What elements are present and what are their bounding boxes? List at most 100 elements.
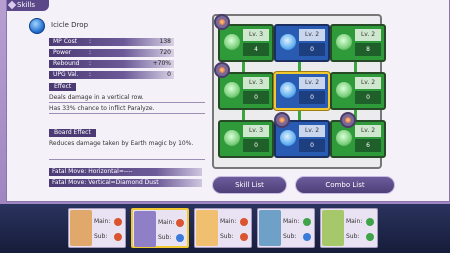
node-level: Lv. 3 xyxy=(243,29,269,41)
earth-element-icon xyxy=(336,130,352,146)
node-value: 0 xyxy=(299,139,325,152)
fire-element-icon xyxy=(114,218,122,226)
earth-element-icon xyxy=(366,218,374,226)
earth-element-icon xyxy=(303,218,311,226)
stat-value: 720 xyxy=(159,49,171,56)
sub-label: Sub: xyxy=(346,233,360,240)
fire-element-icon xyxy=(240,233,248,241)
bridge-orb-icon[interactable] xyxy=(214,62,230,78)
stat-power: Power : 720 xyxy=(49,49,174,57)
water-element-icon xyxy=(280,130,296,146)
water-element-icon xyxy=(280,34,296,50)
stat-upg-val: UPG Val. : 0 xyxy=(49,71,174,79)
character-portrait xyxy=(70,210,92,246)
main-label: Main: xyxy=(346,218,363,225)
skill-node[interactable]: Lv. 2 6 xyxy=(330,120,386,158)
stat-value: +70% xyxy=(152,60,171,67)
stat-mp-cost: MP Cost : 138 xyxy=(49,38,174,46)
fire-element-icon xyxy=(114,233,122,241)
skill-node[interactable]: Lv. 3 0 xyxy=(218,72,274,110)
node-level: Lv. 2 xyxy=(355,77,381,89)
skill-header: Icicle Drop xyxy=(29,16,204,36)
node-level: Lv. 3 xyxy=(243,77,269,89)
fire-element-icon xyxy=(240,218,248,226)
board-effect-text: Reduces damage taken by Earth magic by 1… xyxy=(49,139,205,160)
stat-value: 0 xyxy=(167,71,171,78)
skill-board: Lv. 3 4 Lv. 2 0 Lv. 2 8 Lv. 3 0 Lv. 2 0 … xyxy=(212,14,386,169)
stat-separator: : xyxy=(89,38,92,45)
node-value: 4 xyxy=(243,43,269,56)
fatal-move-vertical: Fatal Move: Vertical=Diamond Dust xyxy=(49,179,202,187)
skill-node[interactable]: Lv. 3 0 xyxy=(218,120,274,158)
node-value: 0 xyxy=(243,139,269,152)
node-value: 0 xyxy=(243,91,269,104)
main-label: Main: xyxy=(158,219,175,226)
water-element-icon xyxy=(280,82,296,98)
skill-node-selected[interactable]: Lv. 2 0 xyxy=(274,72,330,110)
character-portrait xyxy=(134,211,156,247)
combo-list-button[interactable]: Combo List xyxy=(295,176,395,194)
stat-rebound: Rebound : +70% xyxy=(49,60,174,68)
skills-window: Skills Icicle Drop MP Cost : 138 Power :… xyxy=(6,0,450,202)
skill-name: Icicle Drop xyxy=(51,21,89,29)
node-value: 6 xyxy=(355,139,381,152)
stat-label: Rebound xyxy=(53,60,80,67)
node-value: 0 xyxy=(299,43,325,56)
sub-label: Sub: xyxy=(158,234,172,241)
skill-node[interactable]: Lv. 2 8 xyxy=(330,24,386,62)
earth-element-icon xyxy=(336,34,352,50)
bridge-orb-icon[interactable] xyxy=(274,112,290,128)
effect-line: Deals damage in a vertical row. xyxy=(49,93,205,103)
character-portrait xyxy=(259,210,281,246)
node-value: 0 xyxy=(355,91,381,104)
node-level: Lv. 2 xyxy=(299,125,325,137)
water-drop-icon xyxy=(29,18,45,34)
character-portrait xyxy=(196,210,218,246)
node-level: Lv. 3 xyxy=(243,125,269,137)
earth-element-icon xyxy=(336,82,352,98)
party-member-card[interactable]: Main: Sub: xyxy=(320,208,378,248)
party-member-card[interactable]: Main: Sub: xyxy=(68,208,126,248)
earth-element-icon xyxy=(224,82,240,98)
party-member-card[interactable]: Main: Sub: xyxy=(194,208,252,248)
water-element-icon xyxy=(176,234,184,242)
skill-node[interactable]: Lv. 3 4 xyxy=(218,24,274,62)
node-value: 0 xyxy=(299,91,325,104)
effect-line: Has 33% chance to inflict Paralyze. xyxy=(49,104,205,114)
main-label: Main: xyxy=(94,218,111,225)
skills-tab-label: Skills xyxy=(17,1,35,9)
skill-list-button[interactable]: Skill List xyxy=(212,176,287,194)
character-portrait xyxy=(322,210,344,246)
sub-label: Sub: xyxy=(283,233,297,240)
skills-tab-icon xyxy=(7,0,17,10)
main-label: Main: xyxy=(283,218,300,225)
stat-label: MP Cost xyxy=(53,38,78,45)
earth-element-icon xyxy=(366,233,374,241)
stat-label: Power xyxy=(53,49,72,56)
skill-node[interactable]: Lv. 2 0 xyxy=(274,24,330,62)
node-level: Lv. 2 xyxy=(355,125,381,137)
node-level: Lv. 2 xyxy=(299,77,325,89)
skill-node[interactable]: Lv. 2 0 xyxy=(330,72,386,110)
party-bar: Main: Sub: Main: Sub: Main: Sub: Main: S… xyxy=(0,204,450,253)
water-element-icon xyxy=(303,233,311,241)
sub-label: Sub: xyxy=(94,233,108,240)
game-screen: Skills Icicle Drop MP Cost : 138 Power :… xyxy=(0,0,450,253)
earth-element-icon xyxy=(224,34,240,50)
fire-element-icon xyxy=(176,219,184,227)
node-level: Lv. 2 xyxy=(299,29,325,41)
bridge-orb-icon[interactable] xyxy=(340,112,356,128)
node-value: 8 xyxy=(355,43,381,56)
main-label: Main: xyxy=(220,218,237,225)
earth-element-icon xyxy=(224,130,240,146)
stat-value: 138 xyxy=(159,38,171,45)
stat-label: UPG Val. xyxy=(53,71,79,78)
bridge-orb-icon[interactable] xyxy=(214,14,230,30)
node-level: Lv. 2 xyxy=(355,29,381,41)
party-member-card-active[interactable]: Main: Sub: xyxy=(131,208,189,248)
party-member-card[interactable]: Main: Sub: xyxy=(257,208,315,248)
skills-tab[interactable]: Skills xyxy=(7,0,49,11)
stat-separator: : xyxy=(89,60,92,67)
fatal-move-horizontal: Fatal Move: Horizontal=---- xyxy=(49,168,202,176)
stat-separator: : xyxy=(89,49,92,56)
